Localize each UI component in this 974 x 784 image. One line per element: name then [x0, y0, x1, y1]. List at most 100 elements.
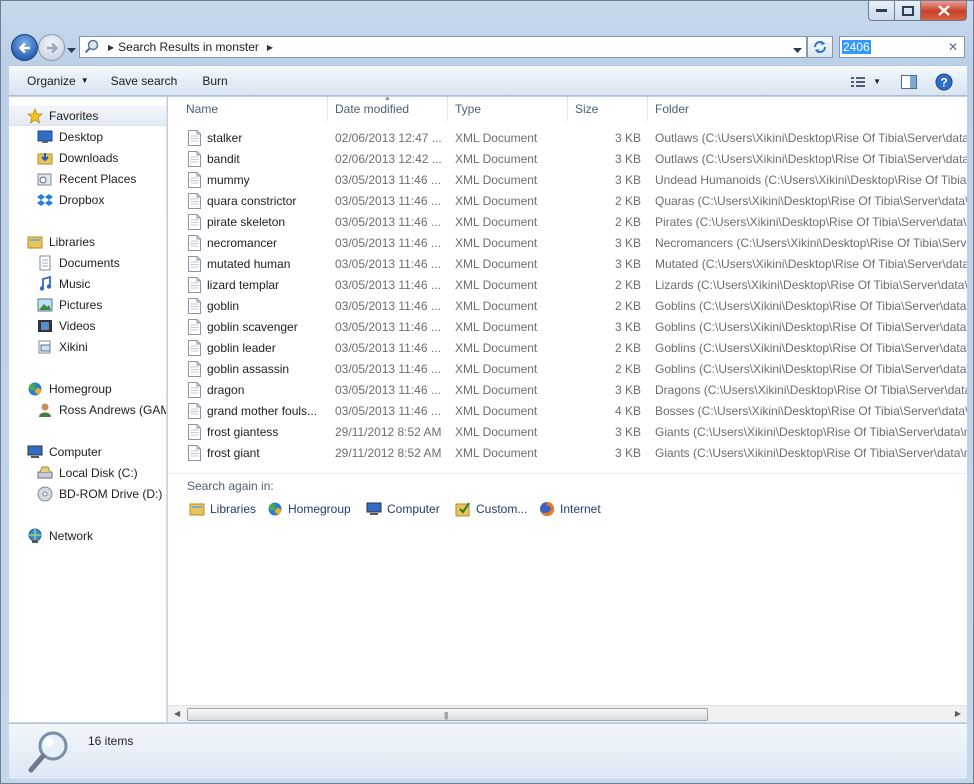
- table-row[interactable]: necromancer 03/05/2013 11:46 ... XML Docum…: [168, 233, 967, 254]
- file-name[interactable]: frost giantess: [207, 422, 325, 443]
- column-header-folder[interactable]: Folder: [648, 97, 967, 121]
- nav-homegroup[interactable]: Homegroup: [27, 379, 112, 399]
- videos-icon: [37, 318, 53, 334]
- organize-button[interactable]: Organize ▼: [9, 65, 98, 96]
- chevron-down-icon[interactable]: ▼: [873, 77, 881, 86]
- table-row[interactable]: goblin leader 03/05/2013 11:46 ... XML Doc…: [168, 338, 967, 359]
- search-again-computer[interactable]: Computer: [366, 501, 440, 517]
- change-view-button[interactable]: ▼: [851, 76, 881, 88]
- breadcrumb-item[interactable]: Search Results in monster: [118, 40, 259, 54]
- file-name[interactable]: grand mother fouls...: [207, 401, 325, 422]
- search-box[interactable]: 2406 ✕: [839, 36, 965, 58]
- back-button[interactable]: [11, 34, 38, 61]
- libraries-icon: [27, 234, 43, 250]
- table-row[interactable]: frost giant 29/11/2012 8:52 AM XML Documen…: [168, 443, 967, 464]
- file-type: XML Document: [455, 131, 538, 145]
- table-row[interactable]: stalker 02/06/2013 12:47 ... XML Document 3…: [168, 128, 967, 149]
- table-row[interactable]: dragon 03/05/2013 11:46 ... XML Document 3 …: [168, 380, 967, 401]
- nav-item-label: Pictures: [59, 298, 103, 312]
- file-name[interactable]: quara constrictor: [207, 191, 325, 212]
- file-name[interactable]: goblin leader: [207, 338, 325, 359]
- close-button[interactable]: [921, 1, 967, 21]
- file-name[interactable]: bandit: [207, 149, 325, 170]
- nav-item-downloads[interactable]: Downloads: [37, 148, 118, 168]
- forward-button[interactable]: [38, 34, 65, 61]
- file-name[interactable]: mummy: [207, 170, 325, 191]
- table-row[interactable]: frost giantess 29/11/2012 8:52 AM XML Docu…: [168, 422, 967, 443]
- preview-pane-button[interactable]: [901, 74, 917, 89]
- table-row[interactable]: goblin assassin 03/05/2013 11:46 ... XML D…: [168, 359, 967, 380]
- search-again-libraries[interactable]: Libraries: [189, 501, 256, 517]
- search-again-custom[interactable]: Custom...: [455, 501, 527, 517]
- nav-item-desktop[interactable]: Desktop: [37, 127, 103, 147]
- xml-file-icon: [188, 214, 201, 230]
- file-name[interactable]: mutated human: [207, 254, 325, 275]
- table-row[interactable]: lizard templar 03/05/2013 11:46 ... XML Do…: [168, 275, 967, 296]
- recent-pages-dropdown[interactable]: [67, 43, 76, 57]
- search-again-internet[interactable]: Internet: [539, 501, 601, 517]
- nav-favorites[interactable]: Favorites: [9, 106, 166, 126]
- refresh-button[interactable]: [807, 36, 833, 58]
- clear-search-icon[interactable]: ✕: [948, 40, 958, 54]
- table-row[interactable]: goblin scavenger 03/05/2013 11:46 ... XML …: [168, 317, 967, 338]
- scroll-left-icon[interactable]: ◀: [174, 709, 180, 718]
- nav-network[interactable]: Network: [27, 526, 93, 546]
- column-header-type[interactable]: Type: [448, 97, 568, 121]
- nav-item-user[interactable]: Ross Andrews (GAM: [37, 400, 166, 420]
- nav-item-xikini[interactable]: Xikini: [37, 337, 88, 357]
- file-name[interactable]: goblin scavenger: [207, 317, 325, 338]
- column-header-size[interactable]: Size: [568, 97, 648, 121]
- file-name[interactable]: stalker: [207, 128, 325, 149]
- table-row[interactable]: goblin 03/05/2013 11:46 ... XML Document 2 …: [168, 296, 967, 317]
- file-name[interactable]: goblin assassin: [207, 359, 325, 380]
- save-search-button[interactable]: Save search: [98, 65, 187, 96]
- table-row[interactable]: grand mother fouls... 03/05/2013 11:46 ..…: [168, 401, 967, 422]
- file-date-modified: 03/05/2013 11:46 ...: [335, 215, 441, 229]
- nav-item-local-disk[interactable]: Local Disk (C:): [37, 463, 138, 483]
- nav-item-bd-rom[interactable]: BD-ROM Drive (D:) F: [37, 484, 166, 504]
- scrollbar-thumb[interactable]: |||: [187, 708, 708, 721]
- breadcrumb-separator-icon[interactable]: ▶: [108, 43, 114, 52]
- search-again-homegroup[interactable]: Homegroup: [267, 501, 351, 517]
- column-header-label: Folder: [655, 102, 690, 116]
- dropbox-icon: [37, 192, 53, 208]
- file-folder: Goblins (C:\Users\Xikini\Desktop\Rise Of…: [655, 362, 967, 376]
- breadcrumb-separator-icon[interactable]: ▶: [267, 43, 273, 52]
- horizontal-scrollbar[interactable]: ◀ ||| ▶: [168, 705, 967, 722]
- nav-item-videos[interactable]: Videos: [37, 316, 95, 336]
- file-name[interactable]: lizard templar: [207, 275, 325, 296]
- table-row[interactable]: mummy 03/05/2013 11:46 ... XML Document 3 K…: [168, 170, 967, 191]
- file-name[interactable]: necromancer: [207, 233, 325, 254]
- nav-libraries[interactable]: Libraries: [27, 232, 95, 252]
- table-row[interactable]: quara constrictor 03/05/2013 11:46 ... XML…: [168, 191, 967, 212]
- scroll-right-icon[interactable]: ▶: [955, 709, 961, 718]
- file-name[interactable]: dragon: [207, 380, 325, 401]
- nav-item-dropbox[interactable]: Dropbox: [37, 190, 104, 210]
- file-name[interactable]: frost giant: [207, 443, 325, 464]
- column-header-date-modified[interactable]: Date modified: [328, 97, 448, 121]
- file-type: XML Document: [455, 152, 538, 166]
- xml-file-icon: [188, 382, 201, 398]
- burn-button[interactable]: Burn: [186, 65, 236, 96]
- file-type: XML Document: [455, 257, 538, 271]
- file-name[interactable]: goblin: [207, 296, 325, 317]
- help-button[interactable]: ?: [935, 73, 953, 91]
- address-bar[interactable]: ▶ Search Results in monster ▶: [79, 36, 807, 58]
- file-date-modified: 03/05/2013 11:46 ...: [335, 257, 441, 271]
- file-name[interactable]: pirate skeleton: [207, 212, 325, 233]
- nav-computer[interactable]: Computer: [27, 442, 102, 462]
- nav-item-documents[interactable]: Documents: [37, 253, 120, 273]
- maximize-button[interactable]: [895, 1, 921, 21]
- search-input-value[interactable]: 2406: [842, 40, 871, 54]
- minimize-button[interactable]: [868, 1, 895, 21]
- nav-item-music[interactable]: Music: [37, 274, 90, 294]
- file-size: 4 KB: [614, 404, 641, 418]
- table-row[interactable]: mutated human 03/05/2013 11:46 ... XML Doc…: [168, 254, 967, 275]
- nav-item-recent-places[interactable]: Recent Places: [37, 169, 136, 189]
- nav-item-pictures[interactable]: Pictures: [37, 295, 102, 315]
- search-again-item-label: Custom...: [476, 502, 528, 516]
- table-row[interactable]: bandit 02/06/2013 12:42 ... XML Document 3 …: [168, 149, 967, 170]
- address-history-dropdown[interactable]: [793, 43, 802, 57]
- table-row[interactable]: pirate skeleton 03/05/2013 11:46 ... XML D…: [168, 212, 967, 233]
- column-header-name[interactable]: Name: [179, 97, 328, 121]
